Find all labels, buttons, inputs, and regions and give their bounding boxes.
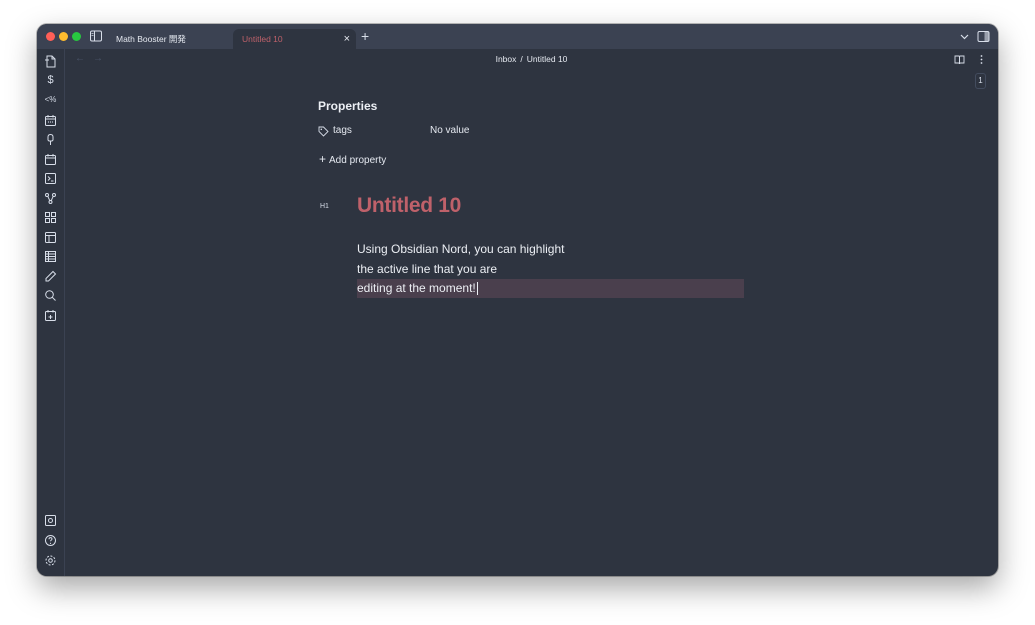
pencil-icon[interactable] [44,270,57,283]
app-window: Math Booster 開発 Untitled 10 × + $ <% ← →… [37,24,998,576]
settings-icon[interactable] [44,554,57,567]
help-icon[interactable] [44,534,57,547]
tag-icon [318,126,329,137]
list-icon[interactable] [44,250,57,263]
editor-line[interactable]: Using Obsidian Nord, you can highlight [357,240,564,259]
layout-icon[interactable] [44,211,57,224]
document-title[interactable]: Untitled 10 [357,194,461,218]
tab-math-booster[interactable]: Math Booster 開発 [107,29,232,49]
add-property-label: Add property [329,155,387,166]
property-key[interactable]: tags [333,125,352,136]
file-icon[interactable] [44,55,57,68]
properties-heading[interactable]: Properties [318,99,377,113]
search-icon[interactable] [44,289,57,302]
right-sidebar-toggle-icon[interactable] [977,30,990,43]
close-tab-button[interactable]: × [344,29,350,49]
more-options-icon[interactable] [976,54,987,65]
text-cursor [476,282,478,296]
close-window-button[interactable] [46,32,55,41]
terminal-icon[interactable] [44,172,57,185]
chevron-down-icon[interactable] [958,30,971,43]
tab-untitled-10[interactable]: Untitled 10 × [233,29,356,49]
page-count-badge: 1 [975,73,986,89]
calendar-icon[interactable] [44,114,57,127]
reading-view-icon[interactable] [954,54,965,65]
pin-icon[interactable] [44,133,57,146]
dollar-icon[interactable]: $ [42,74,59,86]
calendar-day-icon[interactable] [44,153,57,166]
breadcrumb-folder[interactable]: Inbox [496,54,517,64]
breadcrumb-file[interactable]: Untitled 10 [527,54,568,64]
tab-label: Untitled 10 [242,34,283,44]
new-tab-button[interactable]: + [361,28,369,44]
breadcrumb: Inbox / Untitled 10 [65,54,998,64]
table-icon[interactable] [44,231,57,244]
add-property-button[interactable]: + Add property [319,152,386,166]
title-bar: Math Booster 開発 Untitled 10 × + [37,24,998,49]
graph-icon[interactable] [44,192,57,205]
plus-icon: + [319,152,327,166]
breadcrumb-separator: / [520,54,523,64]
zoom-window-button[interactable] [72,32,81,41]
left-ribbon: $ <% [37,49,65,576]
heading-level-badge: H1 [320,203,329,210]
minimize-window-button[interactable] [59,32,68,41]
vault-icon[interactable] [44,514,57,527]
template-icon[interactable]: <% [42,95,59,104]
property-value[interactable]: No value [430,125,469,136]
property-row: tags No value [318,124,618,140]
sidebar-toggle-icon[interactable] [90,30,102,42]
daily-note-icon[interactable] [44,309,57,322]
editor-line[interactable]: the active line that you are [357,260,497,279]
tab-label: Math Booster 開発 [116,34,186,44]
view-header: ← → Inbox / Untitled 10 [65,49,998,71]
editor-line-text: editing at the moment! [357,281,476,295]
editor-line-active[interactable]: editing at the moment! [357,279,478,298]
